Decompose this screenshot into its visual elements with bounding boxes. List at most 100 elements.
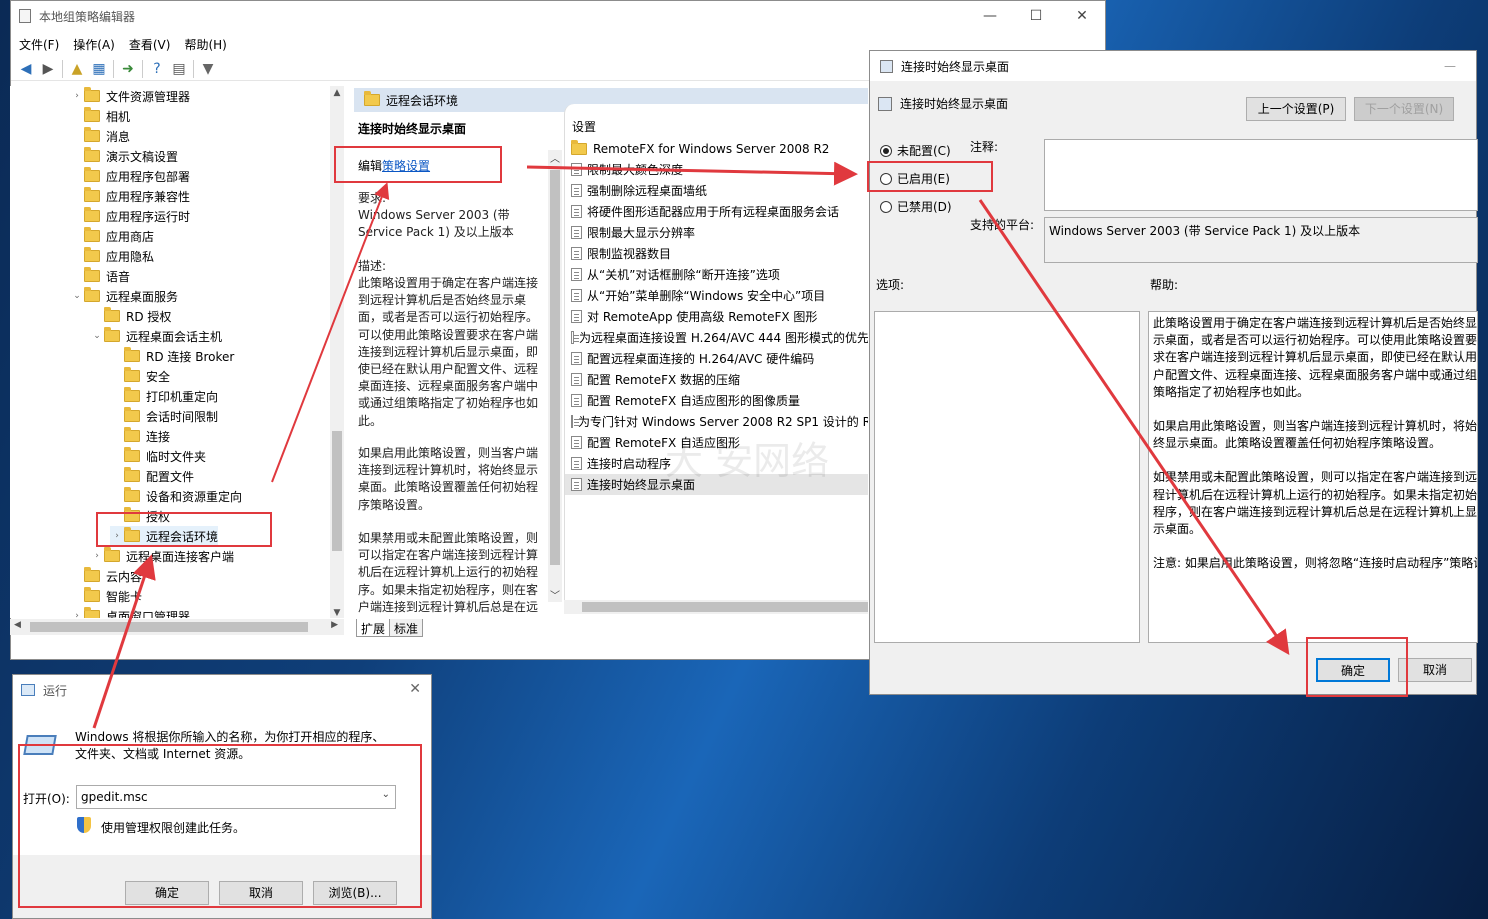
tree-item[interactable]: 智能卡	[70, 586, 142, 606]
tree-item[interactable]: › 桌面窗口管理器	[70, 606, 190, 618]
tree-item[interactable]: 连接	[110, 426, 170, 446]
expand-arrow-icon[interactable]: ⌄	[90, 331, 104, 341]
up-folder-icon[interactable]: ▲	[66, 59, 88, 79]
expand-arrow-icon[interactable]: ›	[90, 551, 104, 561]
setting-row[interactable]: 为远程桌面连接设置 H.264/AVC 444 图形模式的优先	[565, 327, 868, 348]
scroll-down-icon[interactable]: ▼	[330, 608, 344, 618]
expand-arrow-icon[interactable]: ›	[110, 531, 124, 541]
tree-item[interactable]: 应用程序运行时	[70, 206, 190, 226]
tree-item[interactable]: ⌄ 远程桌面服务	[70, 286, 178, 306]
tree-item[interactable]: 云内容	[70, 566, 142, 586]
setting-row[interactable]: 配置远程桌面连接的 H.264/AVC 硬件编码	[565, 348, 868, 369]
setting-row[interactable]: 将硬件图形适配器应用于所有远程桌面服务会话	[565, 201, 868, 222]
setting-row[interactable]: 从“开始”菜单删除“Windows 安全中心”项目	[565, 285, 868, 306]
setting-row[interactable]: 从“关机”对话框删除“断开连接”选项	[565, 264, 868, 285]
minimize-button[interactable]: —	[967, 1, 1013, 31]
run-ok-button[interactable]: 确定	[125, 881, 209, 905]
radio-enabled[interactable]: 已启用(E)	[880, 170, 950, 187]
run-close-icon[interactable]: ✕	[409, 681, 421, 697]
setting-row[interactable]: 强制删除远程桌面墙纸	[565, 180, 868, 201]
scroll-thumb[interactable]	[30, 622, 308, 632]
tab-extended[interactable]: 扩展	[356, 619, 391, 637]
scroll-thumb[interactable]	[550, 170, 560, 565]
tree-pane[interactable]: › 文件资源管理器 相机 消息 演示文稿设置 应用程序包部署 应用程序兼容性 应用程序运行时应…	[10, 86, 344, 618]
close-button[interactable]: ✕	[1059, 1, 1105, 31]
setting-row[interactable]: 为专门针对 Windows Server 2008 R2 SP1 设计的 R	[565, 411, 868, 432]
expand-arrow-icon[interactable]: ⌄	[70, 291, 84, 301]
setting-row[interactable]: 配置 RemoteFX 数据的压缩	[565, 369, 868, 390]
tree-item[interactable]: › 远程会话环境	[110, 526, 219, 546]
scroll-down-icon[interactable]: ﹀	[548, 587, 562, 602]
expand-arrow-icon[interactable]: ›	[70, 611, 84, 618]
tree-item[interactable]: 应用程序兼容性	[70, 186, 190, 206]
radio-not-configured[interactable]: 未配置(C)	[880, 142, 951, 159]
ok-button[interactable]: 确定	[1316, 658, 1390, 682]
tree-item[interactable]: 相机	[70, 106, 130, 126]
tree-item[interactable]: 设备和资源重定向	[110, 486, 242, 506]
tree-item[interactable]: 应用隐私	[70, 246, 154, 266]
tree-vertical-scrollbar[interactable]: ▲ ▼	[330, 86, 344, 618]
scroll-left-icon[interactable]: ◀	[14, 620, 21, 630]
setting-row[interactable]: 限制最大显示分辨率	[565, 222, 868, 243]
settings-column-header[interactable]: 设置	[572, 118, 596, 135]
back-icon[interactable]: ◀	[15, 59, 37, 79]
tree-item[interactable]: 会话时间限制	[110, 406, 218, 426]
tree-item[interactable]: 安全	[110, 366, 170, 386]
previous-setting-button[interactable]: 上一个设置(P)	[1246, 97, 1346, 121]
export-icon[interactable]: ➜	[117, 59, 139, 79]
settings-horizontal-scrollbar[interactable]	[564, 600, 868, 614]
edit-policy-link[interactable]: 策略设置	[382, 159, 430, 173]
description-scrollbar[interactable]: ︿ ﹀	[548, 150, 562, 602]
scroll-up-icon[interactable]: ︿	[548, 150, 562, 165]
setting-row[interactable]: 限制监视器数目	[565, 243, 868, 264]
next-setting-button[interactable]: 下一个设置(N)	[1354, 97, 1454, 121]
menu-file[interactable]: 文件(F)	[19, 36, 59, 53]
tree-item[interactable]: › 文件资源管理器	[70, 86, 190, 106]
tree-item[interactable]: 授权	[110, 506, 170, 526]
tree-item[interactable]: 语音	[70, 266, 130, 286]
tree-item[interactable]: 配置文件	[110, 466, 194, 486]
tree-item[interactable]: ⌄ 远程桌面会话主机	[90, 326, 222, 346]
tree-item[interactable]: RD 授权	[90, 306, 171, 326]
filter-icon[interactable]: ▼	[197, 59, 219, 79]
tree-item[interactable]: 应用商店	[70, 226, 154, 246]
run-browse-button[interactable]: 浏览(B)...	[313, 881, 397, 905]
tree-item[interactable]: 打印机重定向	[110, 386, 218, 406]
radio-disabled[interactable]: 已禁用(D)	[880, 198, 952, 215]
scroll-thumb[interactable]	[332, 431, 342, 551]
radio-not-configured-circle[interactable]	[880, 144, 892, 157]
expand-arrow-icon[interactable]: ›	[70, 91, 84, 101]
maximize-button[interactable]: ☐	[1013, 1, 1059, 31]
properties-icon[interactable]: ▤	[168, 59, 190, 79]
show-tree-icon[interactable]: ▦	[88, 59, 110, 79]
run-cancel-button[interactable]: 取消	[219, 881, 303, 905]
radio-enabled-circle[interactable]	[880, 172, 892, 185]
menu-view[interactable]: 查看(V)	[129, 36, 171, 53]
tree-item[interactable]: 演示文稿设置	[70, 146, 178, 166]
menu-help[interactable]: 帮助(H)	[184, 36, 226, 53]
tree-horizontal-scrollbar[interactable]: ◀ ▶	[10, 619, 344, 635]
open-input-value[interactable]: gpedit.msc	[81, 790, 148, 804]
setting-row[interactable]: 限制最大颜色深度	[565, 159, 868, 180]
comment-textarea[interactable]	[1044, 139, 1478, 211]
setting-row[interactable]: 对 RemoteApp 使用高级 RemoteFX 图形	[565, 306, 868, 327]
radio-disabled-circle[interactable]	[880, 200, 892, 213]
setting-row[interactable]: 配置 RemoteFX 自适应图形的图像质量	[565, 390, 868, 411]
tree-item[interactable]: 应用程序包部署	[70, 166, 190, 186]
setting-row[interactable]: RemoteFX for Windows Server 2008 R2	[565, 138, 868, 159]
forward-icon[interactable]: ▶	[37, 59, 59, 79]
scroll-up-icon[interactable]: ▲	[330, 86, 344, 100]
tree-item[interactable]: RD 连接 Broker	[110, 346, 234, 366]
tree-item[interactable]: 消息	[70, 126, 130, 146]
scroll-thumb[interactable]	[582, 602, 868, 612]
chevron-down-icon[interactable]: ⌄	[382, 789, 390, 800]
tab-standard[interactable]: 标准	[390, 619, 424, 637]
help-icon[interactable]: ?	[146, 59, 168, 79]
open-combobox[interactable]: gpedit.msc ⌄	[76, 785, 396, 809]
tree-item[interactable]: › 远程桌面连接客户端	[90, 546, 234, 566]
policy-dialog-minimize[interactable]: —	[1444, 59, 1456, 73]
scroll-right-icon[interactable]: ▶	[331, 620, 338, 630]
cancel-button[interactable]: 取消	[1398, 658, 1472, 682]
tree-item[interactable]: 临时文件夹	[110, 446, 206, 466]
menu-action[interactable]: 操作(A)	[73, 36, 115, 53]
